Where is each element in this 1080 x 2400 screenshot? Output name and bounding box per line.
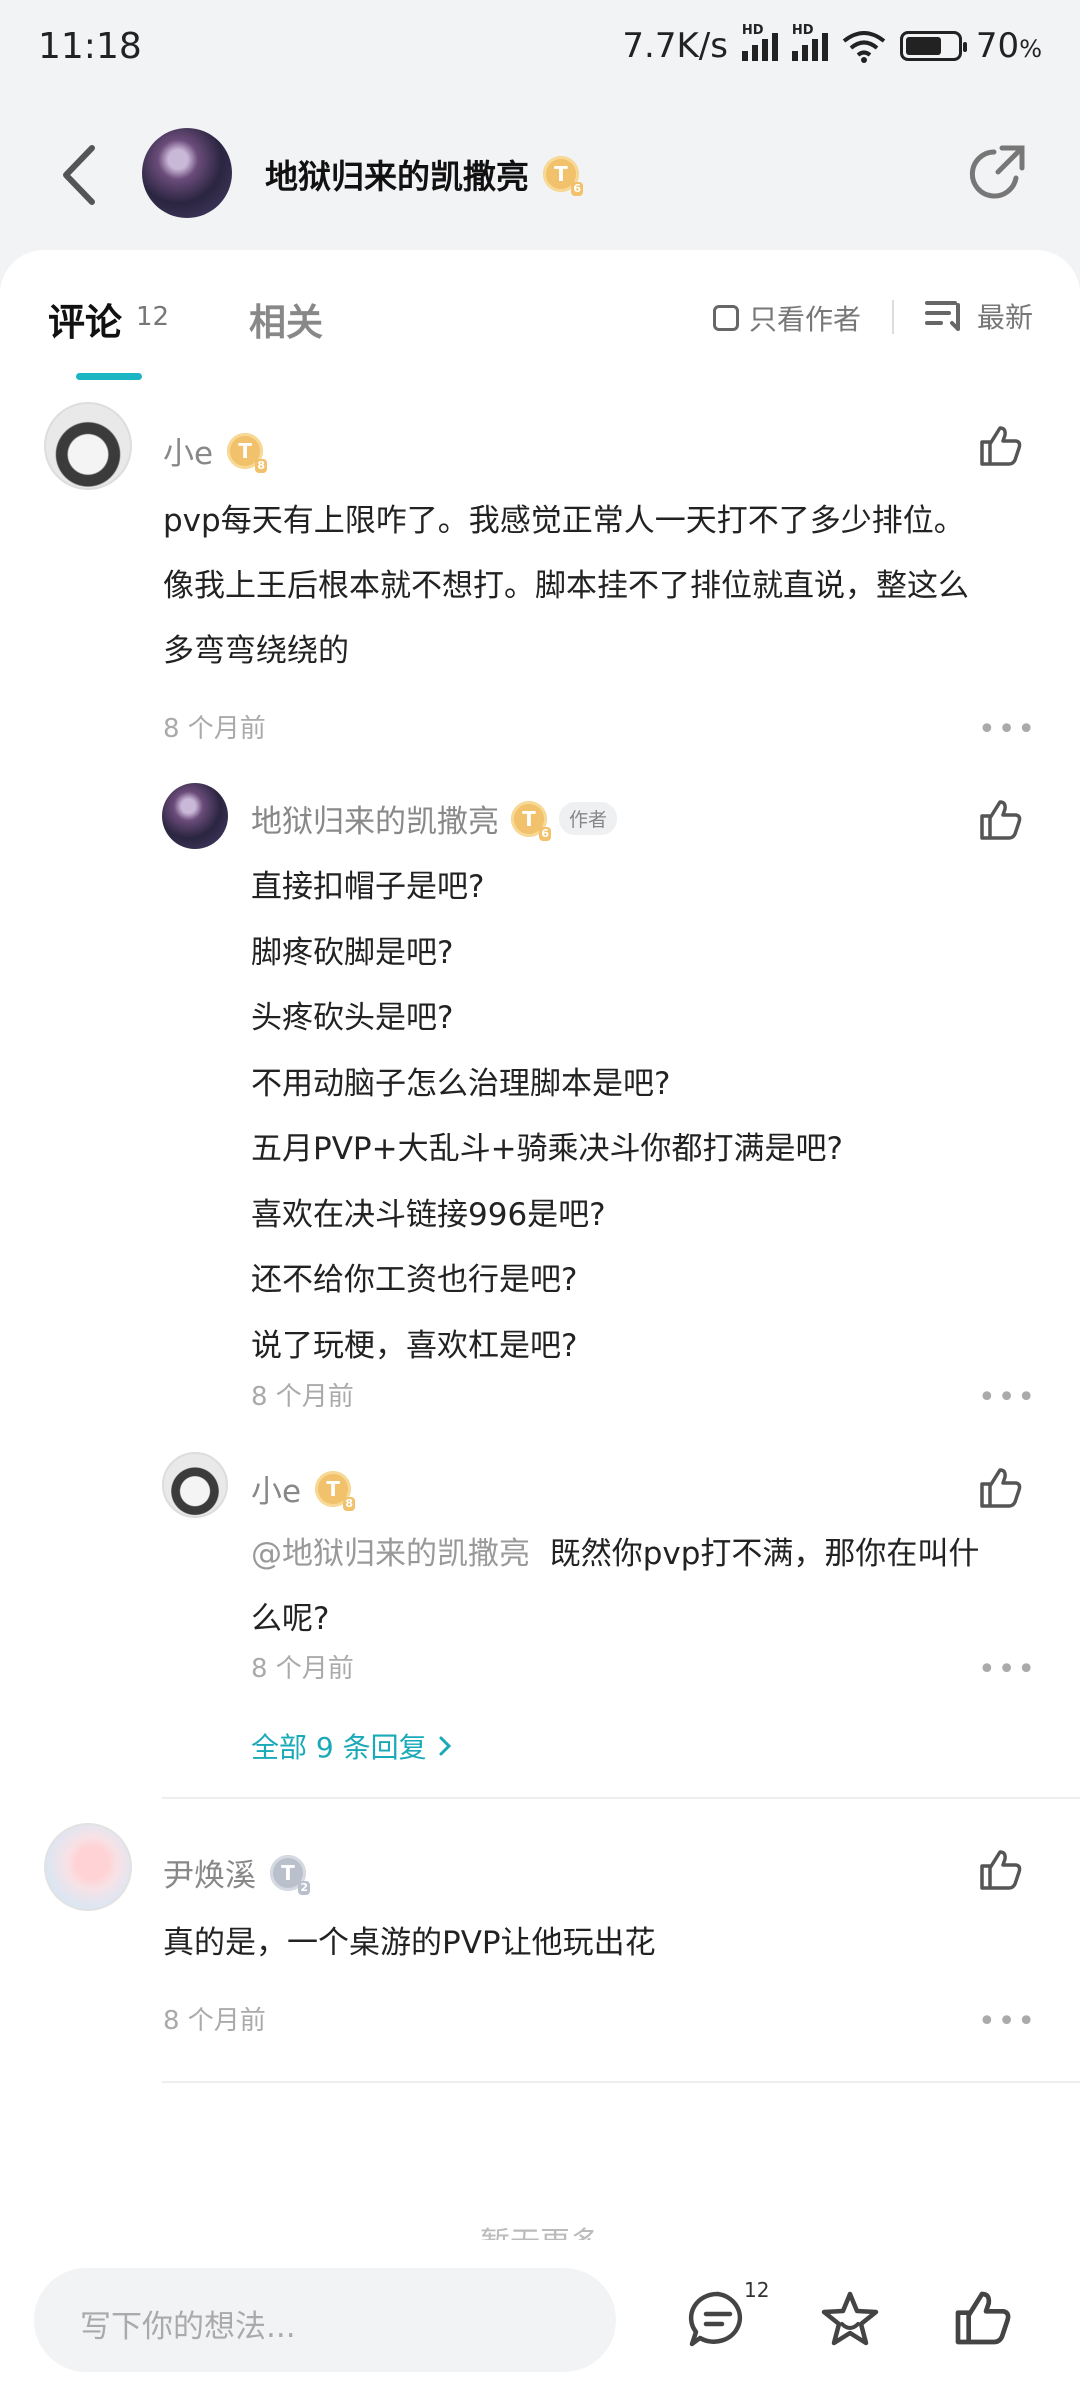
comment-count-badge: 12 [744,2278,770,2302]
back-arrow-icon[interactable] [52,140,108,210]
username: 尹焕溪 [163,1858,256,1894]
avatar[interactable] [44,402,132,490]
username: 小e [251,1474,302,1510]
reply-text: @地狱归来的凯撒亮 既然你pvp打不满，那你在叫什 么呢? [251,1536,980,1637]
level-badge: T8 [227,432,268,473]
tab-comments[interactable]: 评论 [48,292,122,346]
comment-divider [162,2081,1080,2083]
username: 小e [163,436,214,472]
more-icon[interactable]: ••• [978,1380,1037,1415]
sort-button[interactable]: 最新 [925,296,1033,336]
filter-divider [892,300,894,334]
comment-time: 8 个月前 [163,714,266,744]
sort-icon [925,301,960,331]
reply-time: 8 个月前 [251,1654,354,1684]
reply-author[interactable]: 地狱归来的凯撒亮 T6 作者 [251,796,618,841]
author-avatar[interactable] [142,128,232,218]
level-badge: T6 [511,800,551,841]
comment-time: 8 个月前 [163,2006,266,2036]
share-icon[interactable] [968,142,1028,202]
comments-count: 12 [136,302,170,332]
checkbox-icon[interactable] [713,305,739,331]
sort-label: 最新 [977,301,1034,334]
level-badge: T8 [315,1470,356,1511]
reply-text: 直接扣帽子是吧? 脚疼砍脚是吧? 头疼砍头是吧? 不用动脑子怎么治理脚本是吧? … [251,869,843,1364]
comment-text: 真的是，一个桌游的PVP让他玩出花 [163,1925,656,1961]
like-post-icon[interactable] [950,2286,1014,2350]
view-all-replies[interactable]: 全部 9 条回复 [251,1726,453,1766]
comment-icon[interactable] [686,2288,750,2352]
wifi-icon [842,31,886,63]
chevron-right-icon [439,1736,451,1756]
battery-level: 70% [975,26,1042,66]
reply-author[interactable]: 小e T8 [251,1466,356,1511]
more-icon[interactable]: ••• [978,2004,1037,2039]
comment-author[interactable]: 尹焕溪 T2 [163,1850,310,1895]
only-author-label: 只看作者 [749,303,862,336]
post-author-name[interactable]: 地狱归来的凯撒亮 T6 [265,150,583,198]
page-title: 地狱归来的凯撒亮 [265,157,529,196]
level-badge: T2 [270,1854,310,1895]
status-icons: 7.7K/s HD HD 70% [622,23,1042,66]
comment-input-placeholder: 写下你的想法... [80,2309,296,2345]
signal-icon: HD [741,23,778,61]
more-icon[interactable]: ••• [978,1652,1037,1687]
battery-icon [899,31,967,61]
like-icon[interactable] [976,796,1024,844]
network-speed: 7.7K/s [622,26,728,66]
status-time: 11:18 [38,26,142,67]
username: 地狱归来的凯撒亮 [251,804,499,840]
only-author-toggle[interactable]: 只看作者 [713,298,861,338]
author-tag: 作者 [559,802,618,835]
avatar[interactable] [162,1452,228,1518]
more-icon[interactable]: ••• [978,712,1037,747]
like-icon[interactable] [976,1464,1024,1512]
avatar[interactable] [44,1823,132,1911]
tab-related[interactable]: 相关 [249,292,323,346]
level-badge: T6 [543,156,583,196]
comment-author[interactable]: 小e T8 [163,428,268,473]
reply-time: 8 个月前 [251,1382,354,1412]
comment-text: pvp每天有上限咋了。我感觉正常人一天打不了多少排位。 像我上王后根本就不想打。… [163,503,969,669]
signal-icon-2: HD [791,23,828,61]
favorite-star-icon[interactable] [818,2288,882,2352]
view-all-replies-label: 全部 9 条回复 [251,1731,427,1764]
comment-divider [162,1797,1080,1799]
tab-indicator [76,373,142,380]
avatar[interactable] [162,783,228,849]
like-icon[interactable] [976,1846,1024,1894]
like-icon[interactable] [976,422,1024,470]
mention-link[interactable]: @地狱归来的凯撒亮 [251,1536,530,1572]
